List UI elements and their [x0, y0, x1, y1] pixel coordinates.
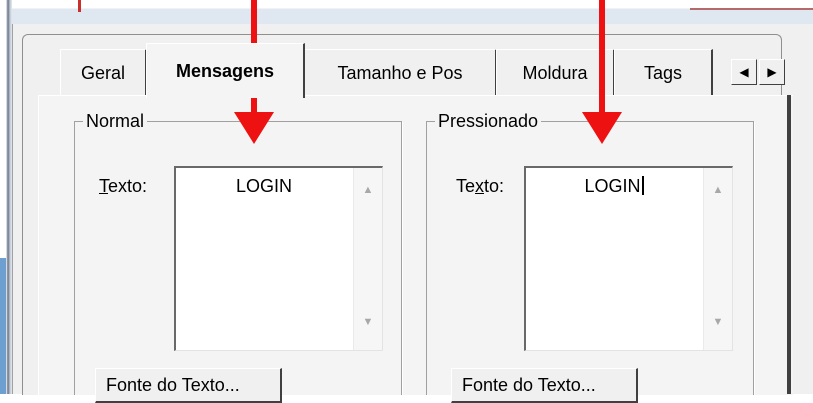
- tab-scroll-right-button[interactable]: ▶: [759, 59, 785, 85]
- triangle-left-icon: ◀: [739, 65, 749, 79]
- button-label: Fonte do Texto...: [106, 374, 240, 395]
- tab-tamanho-e-pos[interactable]: Tamanho e Pos: [304, 49, 497, 96]
- scroll-up-icon[interactable]: ▲: [704, 184, 732, 196]
- tab-mensagens[interactable]: Mensagens: [146, 43, 305, 98]
- pressed-text-value-line: LOGIN: [526, 176, 702, 197]
- annotation-arrow-shaft-right: [599, 0, 605, 118]
- pressed-memo-scrollbar[interactable]: ▲ ▼: [703, 168, 732, 350]
- arrow-down-icon: [582, 112, 622, 144]
- normal-text-value: LOGIN: [235, 176, 292, 196]
- tab-page-shadow: [787, 95, 791, 394]
- tab-moldura[interactable]: Moldura: [496, 49, 615, 96]
- tab-label: Moldura: [522, 62, 588, 83]
- tab-label: Geral: [80, 62, 125, 83]
- normal-font-button[interactable]: Fonte do Texto...: [95, 368, 282, 403]
- tab-label: Tags: [643, 62, 683, 83]
- text-caret: [641, 176, 644, 195]
- top-red-line: [690, 8, 813, 10]
- tab-label: Mensagens: [175, 60, 275, 81]
- scroll-down-icon[interactable]: ▼: [354, 316, 382, 328]
- window-frame-accent: [0, 258, 6, 394]
- button-label: Fonte do Texto...: [462, 374, 596, 395]
- pressed-text-value: LOGIN: [584, 176, 641, 196]
- accelerator-key: T: [99, 176, 108, 196]
- tab-geral[interactable]: Geral: [60, 49, 147, 96]
- pressed-font-button[interactable]: Fonte do Texto...: [451, 368, 638, 403]
- top-red-mark: [78, 0, 81, 12]
- group-pressionado-title: Pressionado: [435, 110, 542, 132]
- normal-memo-scrollbar[interactable]: ▲ ▼: [353, 168, 382, 350]
- label-pre: Te: [456, 176, 476, 196]
- pressed-text-memo[interactable]: LOGIN ▲ ▼: [524, 166, 733, 351]
- scroll-up-icon[interactable]: ▲: [354, 184, 382, 196]
- triangle-right-icon: ▶: [767, 65, 777, 79]
- group-normal-title: Normal: [83, 110, 148, 132]
- label-rest: to:: [484, 176, 505, 196]
- normal-text-memo[interactable]: LOGIN ▲ ▼: [174, 166, 383, 351]
- arrow-down-icon: [234, 112, 274, 144]
- tab-scroll-left-button[interactable]: ◀: [731, 59, 757, 85]
- scroll-down-icon[interactable]: ▼: [704, 316, 732, 328]
- tab-scroll-buttons: ◀ ▶: [731, 59, 785, 85]
- accelerator-key: x: [475, 176, 485, 196]
- pressed-text-label: Texto:: [456, 176, 504, 197]
- normal-text-label: Texto:: [99, 176, 147, 197]
- window-top-edge: [12, 0, 813, 24]
- tab-tags[interactable]: Tags: [614, 49, 713, 96]
- label-rest: exto:: [108, 176, 148, 196]
- tab-label: Tamanho e Pos: [337, 62, 463, 83]
